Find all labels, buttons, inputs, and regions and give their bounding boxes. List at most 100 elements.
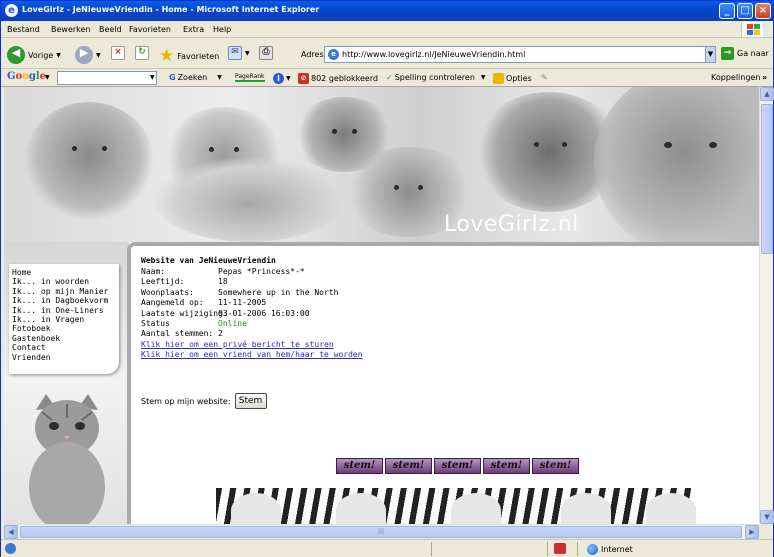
nav-op-mijn-manier[interactable]: Ik... op mijn Manier [12, 287, 116, 296]
menu-favorieten[interactable]: Favorieten [129, 25, 171, 34]
google-search-input[interactable] [57, 71, 157, 85]
profile-row-age: Leeftijd: 18 [141, 277, 228, 287]
browser-window: e LoveGirlz - JeNieuweVriendin - Home - … [0, 0, 774, 557]
nav-in-one-liners[interactable]: Ik... in One-Liners [12, 306, 116, 315]
security-zone: Internet [587, 544, 633, 555]
google-toolbar: Google ▼ ▼ G Zoeken ▼ PageRank i ▼ ⊘ 802… [1, 69, 773, 87]
refresh-button[interactable]: ↻ [135, 46, 149, 60]
forward-arrow-icon: ▶ [75, 46, 93, 64]
cat-photo [24, 102, 154, 222]
menu-bestand[interactable]: Bestand [7, 25, 40, 34]
globe-icon [587, 544, 598, 555]
google-g-icon: G [169, 73, 176, 82]
search-dropdown-icon: ▼ [217, 74, 222, 81]
stem-badge[interactable]: stem! [336, 458, 383, 474]
nav-home[interactable]: Home [12, 268, 116, 277]
forward-dropdown-icon[interactable]: ▼ [96, 52, 101, 59]
status-bar: Internet [1, 539, 773, 557]
title-bar: e LoveGirlz - JeNieuweVriendin - Home - … [1, 1, 773, 21]
status-badge: Online [218, 318, 247, 328]
ie-icon: e [5, 4, 18, 17]
mail-dropdown-icon[interactable]: ▼ [245, 50, 250, 57]
menu-help[interactable]: Help [213, 25, 231, 34]
vote-section: Stem op mijn website: Stem [141, 393, 267, 409]
pagerank-indicator[interactable]: PageRank [235, 73, 265, 82]
menu-bar: Bestand Bewerken Beeld Favorieten Extra … [1, 21, 773, 38]
nav-fotoboek[interactable]: Fotoboek [12, 324, 116, 333]
stem-badge[interactable]: stem! [434, 458, 481, 474]
scroll-right-icon[interactable]: ▶ [745, 525, 759, 539]
popup-blocker-icon[interactable] [554, 543, 566, 554]
nav-vrienden[interactable]: Vrienden [12, 353, 116, 362]
go-arrow-icon: → [721, 47, 734, 60]
window-title: LoveGirlz - JeNieuweVriendin - Home - Mi… [22, 5, 320, 14]
girls-banner-image [216, 488, 696, 524]
back-dropdown-icon[interactable]: ▼ [56, 52, 61, 59]
stem-badges: stem! stem! stem! stem! stem! [336, 458, 579, 474]
page-viewport: LoveGirlz.nl Home Ik... in woorden Ik...… [4, 87, 759, 524]
options-button[interactable]: Opties [493, 73, 532, 84]
spellcheck-button[interactable]: ✓ Spelling controleren ▼ [386, 73, 486, 82]
menu-bewerken[interactable]: Bewerken [51, 25, 91, 34]
vertical-scroll-thumb[interactable] [761, 104, 773, 254]
profile-row-registered: Aangemeld op: 11-11-2005 [141, 298, 267, 308]
google-search-button[interactable]: G Zoeken ▼ [169, 73, 222, 82]
address-label: Adres [301, 50, 324, 59]
horizontal-scrollbar[interactable]: ◀ ||| ▶ [4, 524, 759, 539]
menu-beeld[interactable]: Beeld [99, 25, 122, 34]
pencil-icon[interactable]: ✎ [541, 73, 548, 82]
horizontal-scroll-thumb[interactable]: ||| [20, 526, 742, 538]
stem-badge[interactable]: stem! [483, 458, 530, 474]
windows-logo-icon [741, 22, 763, 37]
stem-badge[interactable]: stem! [385, 458, 432, 474]
vote-button[interactable]: Stem [234, 393, 267, 409]
page-status-icon [5, 543, 16, 554]
back-button[interactable]: ◀ Vorige ▼ [7, 46, 61, 64]
profile-row-status: Status Online [141, 318, 247, 328]
profile-section: Website van JeNieuweVriendin Naam: Pepas … [141, 256, 363, 360]
stop-button[interactable]: × [111, 46, 125, 60]
nav-contact[interactable]: Contact [12, 343, 116, 352]
vote-label: Stem op mijn website: [141, 396, 231, 406]
scroll-down-icon[interactable]: ▼ [760, 510, 774, 524]
favorites-button[interactable]: ★ Favorieten [159, 46, 219, 66]
kitten-photo [29, 394, 105, 524]
profile-heading: Website van JeNieuweVriendin [141, 256, 276, 265]
popup-blocker-button[interactable]: ⊘ 802 geblokkeerd [298, 73, 378, 84]
back-arrow-icon: ◀ [7, 46, 25, 64]
nav-in-woorden[interactable]: Ik... in woorden [12, 277, 116, 286]
address-dropdown-icon[interactable]: ▼ [705, 47, 715, 62]
go-button[interactable]: → Ga naar [721, 47, 769, 60]
minimize-button[interactable]: _ [719, 3, 735, 19]
private-message-link[interactable]: Klik hier om een privé bericht te sturen [141, 340, 363, 350]
mail-icon: ✉ [228, 46, 242, 60]
close-button[interactable]: × [755, 3, 771, 19]
print-button[interactable]: ⎙ [259, 46, 273, 60]
add-friend-link[interactable]: Klik hier om een vriend van hem/haar te … [141, 350, 363, 360]
nav-gastenboek[interactable]: Gastenboek [12, 334, 116, 343]
profile-row-city: Woonplaats: Somewhere up in the North [141, 287, 339, 297]
chevron-right-icon[interactable]: » [762, 73, 767, 82]
scroll-up-icon[interactable]: ▲ [760, 87, 774, 101]
menu-extra[interactable]: Extra [183, 25, 204, 34]
main-content: Website van JeNieuweVriendin Naam: Pepas … [127, 242, 759, 524]
maximize-button[interactable]: □ [737, 3, 753, 19]
nav-in-dagboekvorm[interactable]: Ik... in Dagboekvorm [12, 296, 116, 305]
popup-blocked-icon: ⊘ [298, 73, 309, 84]
nav-in-vragen[interactable]: Ik... in Vragen [12, 315, 116, 324]
spellcheck-dropdown-icon: ▼ [480, 74, 486, 81]
address-input[interactable]: e http://www.lovegirlz.nl/JeNieuweVriend… [324, 46, 716, 63]
info-button[interactable]: i ▼ [273, 73, 291, 84]
links-button[interactable]: Koppelingen [711, 73, 760, 82]
google-input-dropdown-icon[interactable]: ▼ [150, 74, 155, 81]
google-menu-dropdown-icon[interactable]: ▼ [45, 74, 50, 81]
scroll-left-icon[interactable]: ◀ [4, 525, 18, 539]
mail-button[interactable]: ✉ ▼ [228, 46, 250, 60]
google-logo[interactable]: Google [7, 71, 46, 82]
forward-button[interactable]: ▶ ▼ [75, 46, 101, 64]
star-icon: ★ [159, 46, 175, 66]
refresh-icon: ↻ [135, 46, 149, 60]
vertical-scrollbar[interactable]: ▲ ▼ [759, 87, 774, 524]
stop-icon: × [111, 46, 125, 60]
stem-badge[interactable]: stem! [532, 458, 579, 474]
